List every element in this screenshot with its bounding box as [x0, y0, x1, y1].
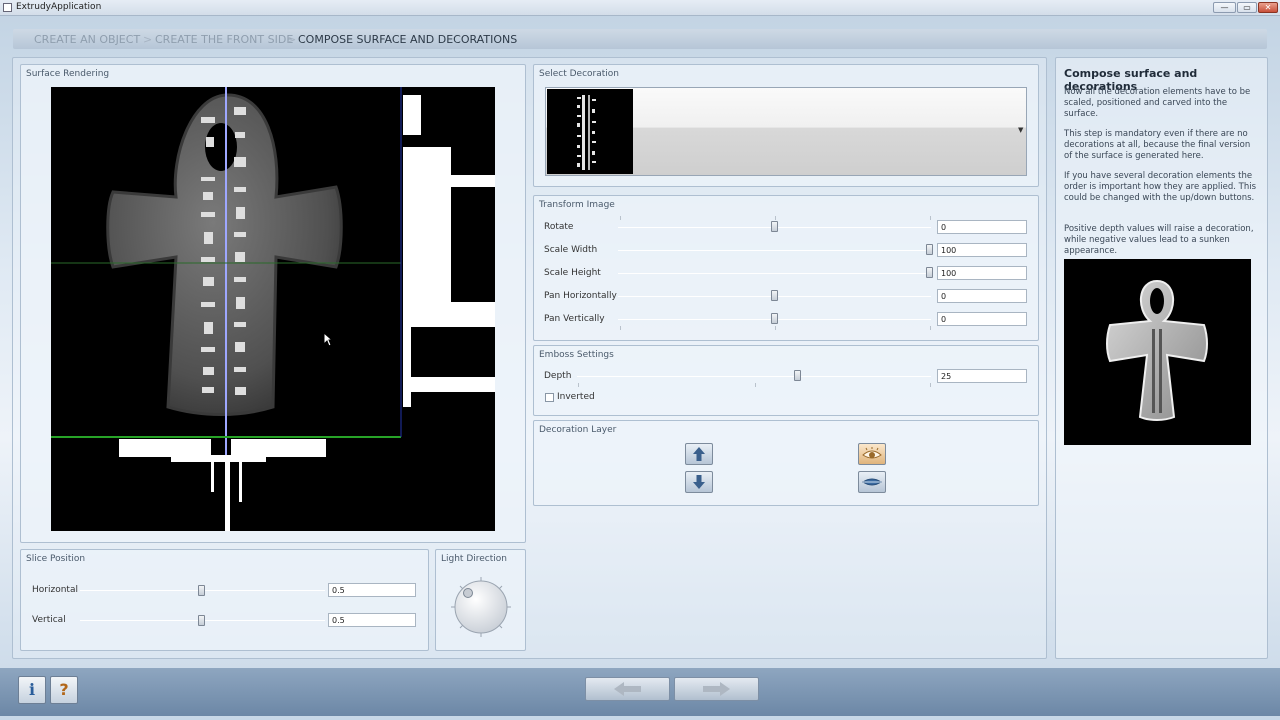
layer-up-button[interactable]	[685, 443, 713, 465]
app-icon	[3, 3, 12, 12]
breadcrumb-separator: >	[287, 33, 297, 46]
rotate-value-input[interactable]: 0	[937, 220, 1027, 234]
slider-tick	[930, 326, 931, 330]
pan-horizontally-label: Pan Horizontally	[544, 291, 617, 301]
depth-value-input[interactable]: 25	[937, 369, 1027, 383]
slider-tick	[930, 383, 931, 387]
breadcrumb-step-3: COMPOSE SURFACE AND DECORATIONS	[298, 33, 518, 46]
panel-title: Light Direction	[441, 554, 507, 564]
depth-slider-track[interactable]	[577, 376, 931, 377]
breadcrumb-step-1[interactable]: CREATE AN OBJECT	[34, 33, 140, 46]
scale-height-label: Scale Height	[544, 268, 601, 278]
title-bar: ExtrudyApplication — ▭ ✕	[0, 0, 1280, 16]
pan-horizontally-value-input[interactable]: 0	[937, 289, 1027, 303]
vertical-value-input[interactable]: 0.5	[328, 613, 416, 627]
ankh-render-image	[51, 87, 495, 531]
pan-vertically-value-input[interactable]: 0	[937, 312, 1027, 326]
arrow-up-icon	[693, 447, 705, 461]
light-direction-dial[interactable]	[450, 576, 512, 638]
scale-width-slider-track[interactable]	[618, 250, 931, 251]
breadcrumb-separator: >	[143, 33, 153, 46]
panel-title: Select Decoration	[539, 69, 620, 79]
close-button[interactable]: ✕	[1258, 2, 1278, 13]
arrow-right-icon	[703, 682, 730, 696]
show-layer-button[interactable]	[858, 443, 886, 465]
eye-closed-icon	[862, 478, 882, 486]
pan-horizontally-slider-thumb[interactable]	[771, 290, 778, 301]
pan-vertically-label: Pan Vertically	[544, 314, 605, 324]
info-paragraph: Positive depth values will raise a decor…	[1064, 224, 1254, 256]
scale-height-value-input[interactable]: 100	[937, 266, 1027, 280]
layer-down-button[interactable]	[685, 471, 713, 493]
eye-icon	[862, 447, 882, 459]
decoration-layer-panel: Decoration Layer	[533, 420, 1039, 506]
decoration-dropdown[interactable]: ▼	[545, 87, 1027, 176]
forward-button[interactable]	[674, 677, 759, 701]
slice-position-panel: Slice Position	[20, 549, 429, 651]
inverted-label: Inverted	[557, 392, 595, 402]
slider-tick	[620, 216, 621, 220]
depth-label: Depth	[544, 371, 572, 381]
vertical-label: Vertical	[32, 615, 66, 625]
slider-tick	[578, 383, 579, 387]
info-button[interactable]: i	[18, 676, 46, 704]
help-button[interactable]: ?	[50, 676, 78, 704]
rotate-slider-thumb[interactable]	[771, 221, 778, 232]
panel-title: Transform Image	[539, 200, 615, 210]
panel-title: Slice Position	[26, 554, 86, 564]
decoration-thumbnail	[547, 89, 633, 174]
help-icon: ?	[59, 680, 69, 699]
slider-tick	[775, 326, 776, 330]
slider-tick	[755, 383, 756, 387]
preview-image	[1064, 259, 1251, 445]
scale-height-slider-track[interactable]	[618, 273, 931, 274]
info-paragraph: If you have several decoration elements …	[1064, 171, 1257, 203]
dropdown-arrow-icon: ▼	[1018, 126, 1024, 134]
window-title: ExtrudyApplication	[16, 2, 102, 12]
info-paragraph: This step is mandatory even if there are…	[1064, 129, 1251, 161]
maximize-button[interactable]: ▭	[1237, 2, 1257, 13]
scale-width-slider-thumb[interactable]	[926, 244, 933, 255]
back-button[interactable]	[585, 677, 670, 701]
vertical-slider-thumb[interactable]	[198, 615, 205, 626]
info-icon: i	[28, 680, 36, 699]
horizontal-label: Horizontal	[32, 585, 78, 595]
depth-slider-thumb[interactable]	[794, 370, 801, 381]
arrow-down-icon	[693, 475, 705, 489]
horizontal-slider-thumb[interactable]	[198, 585, 205, 596]
breadcrumb-step-2[interactable]: CREATE THE FRONT SIDE	[155, 33, 293, 46]
panel-title: Decoration Layer	[539, 425, 617, 435]
slider-tick	[620, 326, 621, 330]
breadcrumb: CREATE AN OBJECT > CREATE THE FRONT SIDE…	[13, 29, 1267, 49]
inverted-checkbox[interactable]	[545, 393, 554, 402]
surface-render-canvas[interactable]	[51, 87, 495, 531]
horizontal-value-input[interactable]: 0.5	[328, 583, 416, 597]
mouse-cursor-icon	[323, 332, 333, 347]
panel-title: Emboss Settings	[539, 350, 614, 360]
arrow-left-icon	[614, 682, 641, 696]
slider-tick	[930, 216, 931, 220]
minimize-button[interactable]: —	[1213, 2, 1236, 13]
info-paragraph: Now all the decoration elements have to …	[1064, 87, 1251, 119]
slider-tick	[775, 216, 776, 220]
ankh-preview-image	[1106, 279, 1208, 421]
scale-height-slider-thumb[interactable]	[926, 267, 933, 278]
hide-layer-button[interactable]	[858, 471, 886, 493]
panel-title: Surface Rendering	[26, 69, 110, 79]
scale-width-label: Scale Width	[544, 245, 598, 255]
pan-vertically-slider-thumb[interactable]	[771, 313, 778, 324]
scale-width-value-input[interactable]: 100	[937, 243, 1027, 257]
rotate-label: Rotate	[544, 222, 574, 232]
